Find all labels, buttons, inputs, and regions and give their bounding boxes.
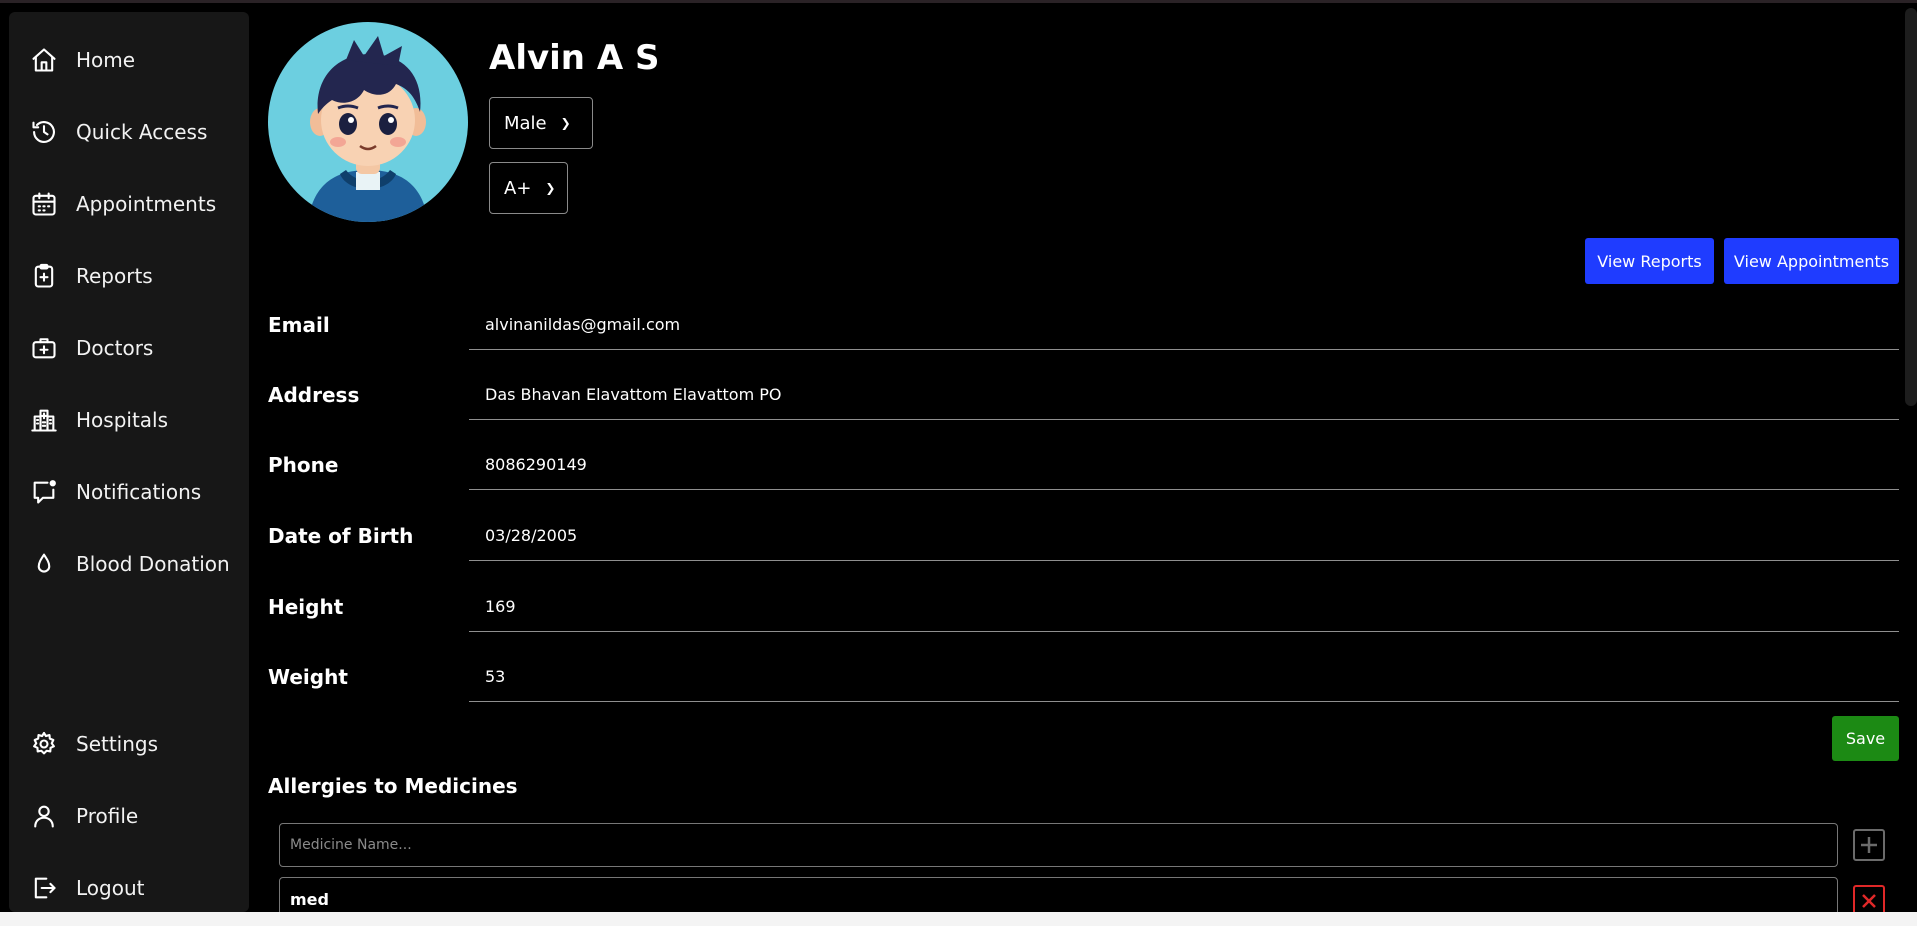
- sidebar-item-quick-access[interactable]: Quick Access: [29, 110, 207, 154]
- plus-icon: [1861, 837, 1877, 853]
- medicine-name-input[interactable]: Medicine Name...: [279, 823, 1838, 867]
- sidebar-item-label: Home: [76, 48, 136, 72]
- weight-field[interactable]: 53: [469, 652, 1899, 702]
- sidebar-item-label: Appointments: [76, 192, 217, 216]
- address-field[interactable]: Das Bhavan Elavattom Elavattom PO: [469, 370, 1899, 420]
- add-medicine-button[interactable]: [1853, 829, 1885, 861]
- profile-name: Alvin A S: [489, 38, 660, 78]
- gear-icon: [29, 729, 59, 759]
- message-notification-icon: [29, 477, 59, 507]
- sidebar-item-label: Hospitals: [76, 408, 169, 432]
- bottom-edge: [0, 912, 1917, 926]
- sidebar: Home Quick Access Appointments Reports D…: [9, 12, 249, 912]
- sidebar-item-label: Settings: [76, 732, 159, 756]
- phone-field[interactable]: 8086290149: [469, 440, 1899, 490]
- calendar-icon: [29, 189, 59, 219]
- chevron-down-icon: ❯: [545, 181, 556, 195]
- sidebar-item-home[interactable]: Home: [29, 38, 135, 82]
- weight-label: Weight: [268, 665, 348, 689]
- sidebar-item-label: Blood Donation: [76, 552, 230, 576]
- close-icon: [1862, 894, 1876, 908]
- view-appointments-button[interactable]: View Appointments: [1724, 238, 1899, 284]
- chevron-down-icon: ❯: [560, 116, 571, 130]
- height-field[interactable]: 169: [469, 582, 1899, 632]
- gender-value: Male: [504, 112, 547, 134]
- drop-icon: [29, 549, 59, 579]
- view-reports-button[interactable]: View Reports: [1585, 238, 1714, 284]
- allergies-title: Allergies to Medicines: [268, 774, 518, 798]
- email-label: Email: [268, 313, 330, 337]
- sidebar-item-label: Reports: [76, 264, 153, 288]
- sidebar-item-profile[interactable]: Profile: [29, 794, 138, 838]
- phone-label: Phone: [268, 453, 339, 477]
- avatar: [268, 22, 468, 222]
- logout-icon: [29, 873, 59, 903]
- date-of-birth-label: Date of Birth: [268, 524, 414, 548]
- email-field[interactable]: alvinanildas@gmail.com: [469, 300, 1899, 350]
- gender-select[interactable]: Male ❯: [489, 97, 593, 149]
- user-icon: [29, 801, 59, 831]
- sidebar-item-label: Notifications: [76, 480, 202, 504]
- address-label: Address: [268, 383, 360, 407]
- sidebar-item-settings[interactable]: Settings: [29, 722, 158, 766]
- sidebar-item-doctors[interactable]: Doctors: [29, 326, 153, 370]
- sidebar-item-label: Quick Access: [76, 120, 208, 144]
- date-of-birth-field[interactable]: 03/28/2005: [469, 511, 1899, 561]
- sidebar-item-logout[interactable]: Logout: [29, 866, 144, 910]
- height-label: Height: [268, 595, 344, 619]
- sidebar-item-hospitals[interactable]: Hospitals: [29, 398, 168, 442]
- home-icon: [29, 45, 59, 75]
- sidebar-item-label: Profile: [76, 804, 139, 828]
- blood-group-select[interactable]: A+ ❯: [489, 162, 568, 214]
- save-button[interactable]: Save: [1832, 716, 1899, 761]
- hospital-building-icon: [29, 405, 59, 435]
- sidebar-item-label: Logout: [76, 876, 145, 900]
- sidebar-item-notifications[interactable]: Notifications: [29, 470, 201, 514]
- page-scrollbar[interactable]: [1905, 8, 1917, 406]
- history-icon: [29, 117, 59, 147]
- window-top-border: [0, 0, 1917, 3]
- blood-group-value: A+: [504, 177, 532, 199]
- sidebar-item-reports[interactable]: Reports: [29, 254, 153, 298]
- sidebar-item-appointments[interactable]: Appointments: [29, 182, 216, 226]
- sidebar-item-label: Doctors: [76, 336, 154, 360]
- medical-briefcase-icon: [29, 333, 59, 363]
- clipboard-plus-icon: [29, 261, 59, 291]
- sidebar-item-blood-donation[interactable]: Blood Donation: [29, 542, 230, 586]
